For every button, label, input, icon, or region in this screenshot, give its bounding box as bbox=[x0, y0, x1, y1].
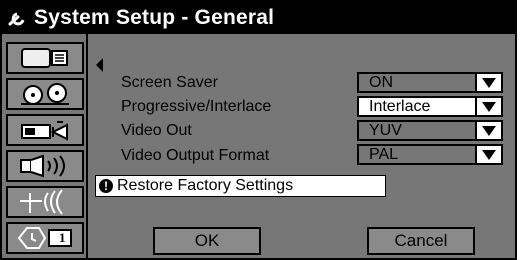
restore-factory-settings-label: Restore Factory Settings bbox=[117, 177, 294, 194]
screen-saver-value: ON bbox=[359, 74, 475, 91]
sidebar-item-clock[interactable]: 1 bbox=[6, 222, 84, 254]
video-output-format-select[interactable]: PAL bbox=[357, 144, 503, 165]
chevron-down-icon bbox=[482, 125, 496, 136]
exclamation-icon: ! bbox=[99, 179, 113, 193]
title-bar: System Setup - General bbox=[2, 2, 515, 34]
progressive-interlace-dropdown-button[interactable] bbox=[475, 98, 501, 115]
clock-icon bbox=[15, 226, 75, 250]
sidebar-item-disc[interactable] bbox=[6, 78, 84, 110]
setting-label-screen-saver: Screen Saver bbox=[121, 74, 218, 91]
system-setup-window: System Setup - General 1 Screen Saver ON… bbox=[0, 0, 517, 260]
setting-label-progressive-interlace: Progressive/Interlace bbox=[121, 98, 272, 115]
antenna-icon bbox=[16, 189, 74, 215]
sidebar-item-general[interactable] bbox=[6, 42, 84, 74]
screen-saver-dropdown-button[interactable] bbox=[475, 74, 501, 91]
clock-badge: 1 bbox=[59, 230, 66, 245]
setting-label-video-output-format: Video Output Format bbox=[121, 147, 270, 164]
cancel-button[interactable]: Cancel bbox=[367, 227, 475, 255]
camera-icon bbox=[19, 119, 71, 141]
ok-button-label: OK bbox=[194, 231, 220, 250]
video-out-value: YUV bbox=[359, 122, 475, 139]
sidebar: 1 bbox=[2, 34, 88, 258]
chevron-down-icon bbox=[482, 149, 496, 160]
progressive-interlace-select[interactable]: Interlace bbox=[357, 96, 503, 117]
chevron-down-icon bbox=[482, 77, 496, 88]
cancel-button-label: Cancel bbox=[394, 231, 448, 250]
sidebar-item-audio[interactable] bbox=[6, 150, 84, 182]
video-output-format-dropdown-button[interactable] bbox=[475, 146, 501, 163]
sidebar-item-antenna[interactable] bbox=[6, 186, 84, 218]
sidebar-item-video[interactable] bbox=[6, 114, 84, 146]
window-title: System Setup - General bbox=[34, 6, 275, 29]
back-arrow-icon[interactable] bbox=[96, 58, 103, 72]
film-reels-icon bbox=[19, 82, 71, 106]
screen-saver-select[interactable]: ON bbox=[357, 72, 503, 93]
video-output-format-value: PAL bbox=[359, 146, 475, 163]
video-out-dropdown-button[interactable] bbox=[475, 122, 501, 139]
tv-menu-icon bbox=[21, 47, 69, 69]
chevron-down-icon bbox=[482, 101, 496, 112]
video-out-select[interactable]: YUV bbox=[357, 120, 503, 141]
restore-factory-settings-button[interactable]: ! Restore Factory Settings bbox=[95, 175, 386, 197]
wrench-icon bbox=[6, 5, 32, 31]
setting-label-video-out: Video Out bbox=[121, 122, 192, 139]
speaker-icon bbox=[17, 154, 73, 178]
ok-button[interactable]: OK bbox=[153, 227, 261, 255]
progressive-interlace-value: Interlace bbox=[359, 98, 475, 115]
